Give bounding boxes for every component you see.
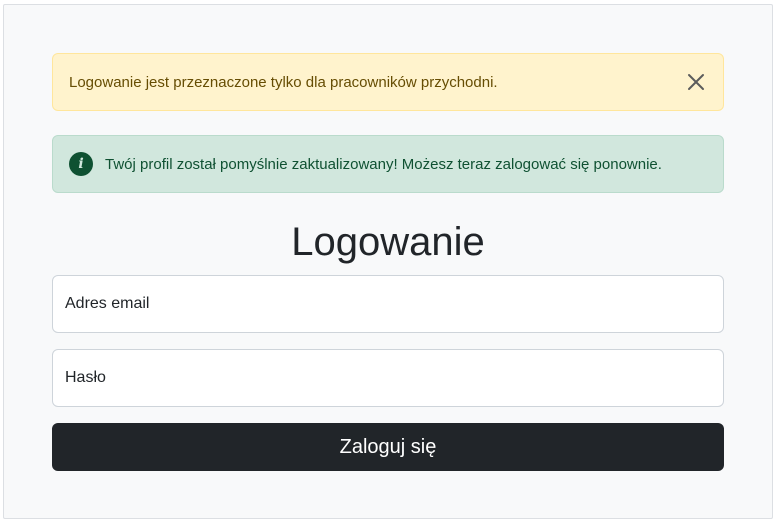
success-alert: i Twój profil został pomyślnie zaktualiz… — [52, 135, 724, 193]
warning-alert-text: Logowanie jest przeznaczone tylko dla pr… — [69, 73, 498, 91]
login-card: Logowanie jest przeznaczone tylko dla pr… — [3, 4, 773, 519]
page-title: Logowanie — [291, 220, 485, 264]
close-icon[interactable] — [685, 71, 707, 93]
info-icon: i — [69, 152, 93, 176]
warning-alert: Logowanie jest przeznaczone tylko dla pr… — [52, 53, 724, 111]
login-button[interactable]: Zaloguj się — [52, 423, 724, 471]
success-alert-text: Twój profil został pomyślnie zaktualizow… — [105, 155, 662, 173]
password-field[interactable] — [52, 349, 724, 407]
email-field[interactable] — [52, 275, 724, 333]
